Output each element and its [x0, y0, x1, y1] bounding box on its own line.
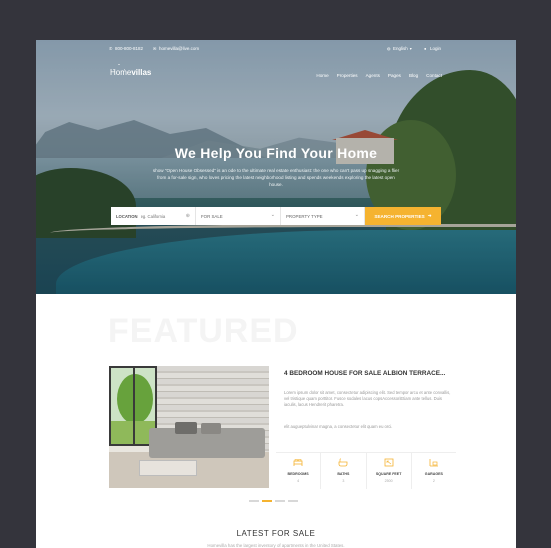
- hero-section: ✆ 800-800-8182 ✉ homevilla@live.com ◍ En…: [36, 40, 516, 294]
- search-button-label: SEARCH PROPERTIES: [374, 213, 425, 219]
- nav-item-contact[interactable]: Contact: [426, 73, 442, 78]
- phone-icon: ✆: [109, 45, 113, 51]
- featured-description-2: elit augueptulvinar magna, a consectetur…: [284, 424, 393, 429]
- language-selector[interactable]: ◍ English ▾: [387, 46, 414, 51]
- stat-label: SQUARE FEET: [375, 472, 402, 476]
- stat-value: 2: [432, 479, 435, 483]
- logo-text-2: villas: [131, 68, 152, 77]
- property-stats: BEDROOMS 4 BATHS 3 SQUARE FEET 2500 GARA…: [276, 452, 456, 489]
- status-select-value: FOR SALE: [201, 213, 223, 219]
- stat-value: 4: [297, 479, 300, 483]
- carousel-pagination: [249, 500, 298, 502]
- garage-icon: [429, 459, 438, 467]
- status-select[interactable]: FOR SALE ⌄: [196, 207, 281, 225]
- nav-item-blog[interactable]: Blog: [409, 73, 418, 78]
- email-text: homevilla@live.com: [159, 46, 200, 51]
- hero-subline: show "Open House Obsessed" is an ode to …: [152, 168, 400, 187]
- login-text: Login: [430, 46, 442, 51]
- language-text: English: [393, 46, 408, 51]
- login-link[interactable]: ● Login: [424, 46, 441, 51]
- stat-value: 3: [342, 479, 345, 483]
- page-frame: ✆ 800-800-8182 ✉ homevilla@live.com ◍ En…: [36, 40, 516, 548]
- stat-bedrooms: BEDROOMS 4: [276, 453, 322, 489]
- property-type-select[interactable]: PROPERTY TYPE ⌄: [281, 207, 365, 225]
- globe-icon: ◍: [387, 45, 391, 51]
- search-properties-button[interactable]: SEARCH PROPERTIES ➜: [365, 207, 441, 225]
- bath-icon: [338, 458, 348, 467]
- nav-item-agents[interactable]: Agents: [366, 73, 380, 78]
- carousel-dot[interactable]: [288, 500, 298, 502]
- featured-watermark: FEATURED: [108, 312, 299, 350]
- search-bar: LOCATION ⊕ FOR SALE ⌄ PROPERTY TYPE ⌄ SE…: [111, 207, 441, 225]
- top-bar: ✆ 800-800-8182 ✉ homevilla@live.com ◍ En…: [36, 46, 516, 58]
- bed-icon: [293, 459, 303, 466]
- carousel-dot-active[interactable]: [262, 500, 272, 502]
- stat-square-feet: SQUARE FEET 2500: [367, 453, 412, 489]
- nav-item-home[interactable]: Home: [316, 73, 328, 78]
- hero-headline: We Help You Find Your Home: [174, 145, 378, 161]
- mail-icon: ✉: [153, 45, 157, 51]
- chevron-down-icon: ⌄: [354, 212, 359, 218]
- stat-label: GARAGES: [424, 472, 443, 476]
- carousel-dot[interactable]: [275, 500, 285, 502]
- latest-subtitle: Homevilla has the largest inventory of a…: [207, 543, 345, 548]
- stat-label: BEDROOMS: [287, 472, 309, 476]
- location-field[interactable]: LOCATION ⊕: [111, 207, 196, 225]
- logo[interactable]: Home villas: [110, 64, 152, 77]
- nav-item-properties[interactable]: Properties: [337, 73, 358, 78]
- location-label: LOCATION: [116, 213, 138, 219]
- chevron-down-icon: ⌄: [270, 212, 275, 218]
- nav-item-pages[interactable]: Pages: [388, 73, 401, 78]
- stat-baths: BATHS 3: [321, 453, 367, 489]
- image-cushion: [201, 423, 221, 434]
- featured-title[interactable]: 4 BEDROOM HOUSE FOR SALE ALBION TERRACE.…: [284, 369, 459, 378]
- featured-description: Lorem ipsum dolor sit amet, consectetur …: [284, 390, 451, 408]
- chevron-down-icon: ▾: [409, 45, 412, 51]
- featured-property-image[interactable]: [109, 366, 269, 488]
- stat-value: 2500: [384, 479, 393, 483]
- target-icon[interactable]: ⊕: [186, 213, 190, 219]
- image-cushion: [175, 422, 197, 434]
- phone-text: 800-800-8182: [115, 46, 144, 51]
- email-link[interactable]: ✉ homevilla@live.com: [153, 46, 199, 51]
- main-nav: Home Properties Agents Pages Blog Contac…: [316, 73, 442, 78]
- area-icon: [384, 458, 394, 467]
- image-coffee-table: [139, 460, 197, 476]
- phone-link[interactable]: ✆ 800-800-8182: [109, 46, 143, 51]
- user-icon: ●: [424, 45, 427, 51]
- carousel-dot[interactable]: [249, 500, 259, 502]
- latest-title: LATEST FOR SALE: [236, 529, 316, 538]
- stat-garages: GARAGES 2: [412, 453, 456, 489]
- stat-label: BATHS: [337, 472, 350, 476]
- arrow-right-icon: ➜: [427, 213, 432, 218]
- location-input[interactable]: [140, 213, 177, 219]
- property-type-value: PROPERTY TYPE: [286, 213, 323, 219]
